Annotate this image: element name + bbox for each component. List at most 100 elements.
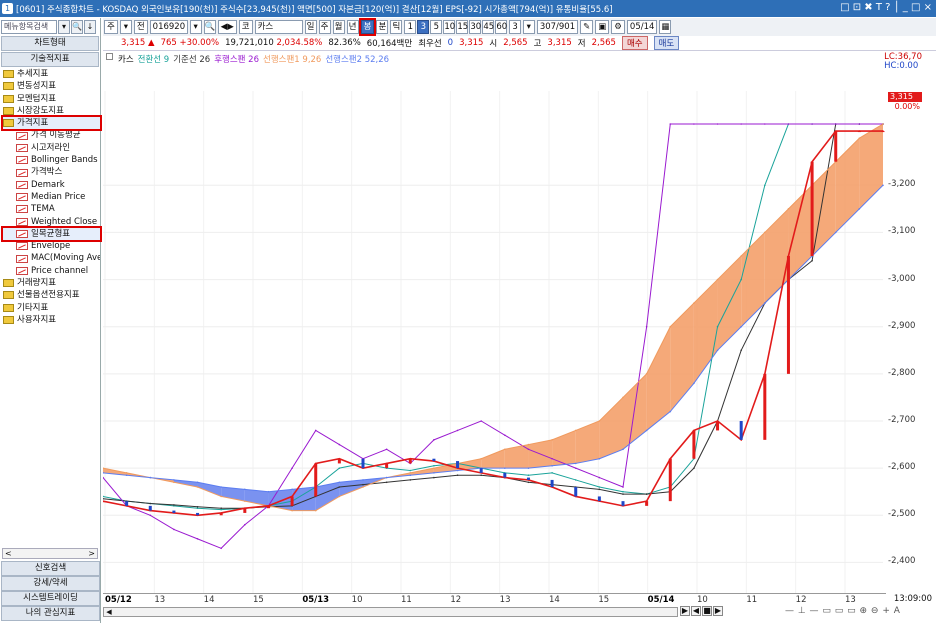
indicator-item[interactable]: Envelope <box>3 240 100 252</box>
candle <box>763 373 767 440</box>
tab-technical-indicators[interactable]: 기술적지표 <box>1 52 99 67</box>
candle <box>290 496 294 506</box>
chart-toolbar: 주 ▾ 전 016920 ▾ 🔍 ◀▶ 코 카스 일 주 월 년 봉 분 틱 1… <box>103 18 936 36</box>
stock-code-input[interactable]: 016920 <box>149 20 188 34</box>
legend-item[interactable]: 후행스팬 26 <box>214 53 259 65</box>
menu-search-input[interactable]: 메뉴항목검색 <box>1 19 57 34</box>
sell-button[interactable]: 매도 <box>653 36 680 50</box>
period-minute-button[interactable]: 분 <box>376 20 389 34</box>
period-month-button[interactable]: 월 <box>332 20 345 34</box>
ichimoku-chart[interactable] <box>103 51 936 623</box>
first-icon[interactable]: ▶ <box>680 606 690 616</box>
period-year-button[interactable]: 년 <box>346 20 359 34</box>
category-item[interactable]: 선물옵션전용지표 <box>3 289 100 301</box>
indicator-item[interactable]: 가격 이동평균 <box>3 129 100 141</box>
series-point <box>669 325 672 328</box>
category-item[interactable]: 변동성지표 <box>3 80 100 92</box>
indicator-item[interactable]: MAC(Moving Ave <box>3 252 100 264</box>
indicator-item[interactable]: Price channel <box>3 265 100 277</box>
quote-bar: 3,315 ▲ 765 +30.00% 19,721,010 2,034.58%… <box>103 36 936 51</box>
series-point <box>527 443 530 446</box>
buy-button[interactable]: 매수 <box>621 36 648 50</box>
zoom-controls[interactable]: — ⊥ — ▭ ▭ ▭ ⊕ ⊖ + A <box>785 606 900 616</box>
category-item[interactable]: 가격지표 <box>1 115 102 132</box>
category-item[interactable]: 모멘텀지표 <box>3 93 100 105</box>
indicator-icon <box>16 143 28 152</box>
legend-item[interactable]: 선행스팬2 52,26 <box>325 53 389 65</box>
sidebar-bottom-button[interactable]: 시스템트레이딩 <box>1 591 100 606</box>
interval-button[interactable]: 60 <box>495 20 508 34</box>
indicator-item[interactable]: TEMA <box>3 203 100 215</box>
category-item[interactable]: 시장강도지표 <box>3 105 100 117</box>
scroll-left-icon[interactable]: < <box>5 549 12 558</box>
chart-scrollbar[interactable]: ◀ <box>103 607 678 617</box>
tab-chart-type[interactable]: 차트형태 <box>1 36 99 51</box>
series-point <box>409 472 412 474</box>
count-input[interactable]: 3 <box>509 20 521 34</box>
calendar-icon[interactable]: ▦ <box>659 20 672 34</box>
search-icon[interactable]: 🔍 <box>71 19 83 34</box>
chevron-down-icon[interactable]: ▾ <box>189 20 202 34</box>
sidebar-scrollbar[interactable]: < > <box>2 548 98 559</box>
series-point <box>645 325 648 328</box>
stop-icon[interactable]: ■ <box>702 606 712 616</box>
scroll-left-icon[interactable]: ◀ <box>104 608 114 616</box>
series-point <box>574 429 577 432</box>
period-day-button[interactable]: 일 <box>304 20 317 34</box>
full-mode-button[interactable]: 전 <box>133 20 148 34</box>
legend-item[interactable]: 전환선 9 <box>138 53 170 65</box>
arrow-down-icon[interactable]: ↓ <box>84 19 96 34</box>
scroll-right-icon[interactable]: > <box>88 549 95 558</box>
interval-button[interactable]: 45 <box>482 20 495 34</box>
series-point <box>551 439 553 441</box>
interval-button[interactable]: 1 <box>404 20 417 34</box>
legend-item[interactable]: 기준선 26 <box>173 53 210 65</box>
category-item[interactable]: 사용자지표 <box>3 314 100 326</box>
x-tick-label: 14 <box>203 595 215 605</box>
save-icon[interactable]: ▣ <box>595 20 610 34</box>
search-icon[interactable]: 🔍 <box>203 20 216 34</box>
folder-icon <box>3 291 14 300</box>
gear-icon[interactable]: ⚙ <box>611 20 625 34</box>
interval-button[interactable]: 5 <box>430 20 443 34</box>
folder-icon <box>3 107 14 116</box>
rewind-icon[interactable]: ◀ <box>691 606 701 616</box>
indicator-item[interactable]: 시고저라인 <box>3 142 100 154</box>
date-input[interactable]: 05/14 <box>626 20 658 34</box>
indicator-item[interactable]: Weighted Close <box>3 216 100 228</box>
window-controls[interactable]: □ ⊡ ✖ T ? │ _ □ × <box>840 2 932 13</box>
interval-button[interactable]: 15 <box>456 20 469 34</box>
sidebar-bottom-button[interactable]: 신호검색 <box>1 561 100 576</box>
candle-type-button[interactable]: 봉 <box>358 18 377 36</box>
indicator-item[interactable]: 가격박스 <box>3 166 100 178</box>
candle <box>148 505 152 511</box>
chevron-down-icon[interactable]: ▾ <box>58 19 70 34</box>
chart-tools-icon[interactable]: ✎ <box>580 20 594 34</box>
indicator-item[interactable]: 일목균형표 <box>1 225 102 243</box>
forward-icon[interactable]: ▶ <box>713 606 723 616</box>
main-mode-button[interactable]: 주 <box>104 20 118 34</box>
indicator-icon <box>16 193 28 202</box>
chevron-down-icon[interactable]: ▾ <box>119 20 132 34</box>
sidebar-bottom-button[interactable]: 나의 관심지표 <box>1 606 100 621</box>
prev-next-icon[interactable]: ◀▶ <box>217 20 237 34</box>
period-tick-button[interactable]: 틱 <box>390 20 403 34</box>
category-item[interactable]: 기타지표 <box>3 302 100 314</box>
interval-button[interactable]: 10 <box>443 20 456 34</box>
chart-area[interactable]: 카스 전환선 9 기준선 26 후행스팬 26 선행스팬1 9,26 선행스팬2 52,2… <box>103 51 936 623</box>
interval-button[interactable]: 3 <box>417 20 430 34</box>
series-point <box>598 486 601 488</box>
interval-button[interactable]: 30 <box>469 20 482 34</box>
indicator-item[interactable]: Median Price <box>3 191 100 203</box>
indicator-item[interactable]: Bollinger Bands <box>3 154 100 166</box>
category-item[interactable]: 거래량지표 <box>3 277 100 289</box>
legend-item[interactable]: 선행스팬1 9,26 <box>263 53 321 65</box>
category-item[interactable]: 추세지표 <box>3 68 100 80</box>
period-week-button[interactable]: 주 <box>318 20 331 34</box>
indicator-item[interactable]: Demark <box>3 179 100 191</box>
legend-checkbox[interactable] <box>106 53 113 60</box>
series-point <box>480 474 482 477</box>
stock-name-field[interactable]: 카스 <box>254 20 303 34</box>
chevron-down-icon[interactable]: ▾ <box>522 20 535 34</box>
sidebar-bottom-button[interactable]: 강세/약세 <box>1 576 100 591</box>
